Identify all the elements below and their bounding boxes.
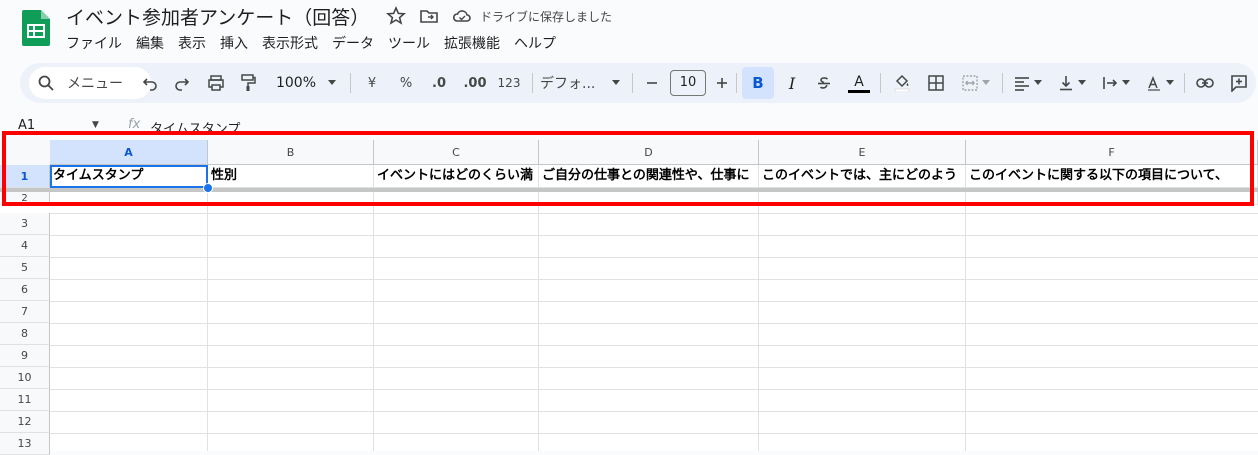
menu-help[interactable]: ヘルプ bbox=[514, 33, 564, 55]
vertical-align-button[interactable] bbox=[1054, 71, 1090, 95]
borders-button[interactable] bbox=[924, 71, 948, 95]
row-header-10[interactable]: 10 bbox=[0, 367, 50, 389]
paint-format-button[interactable] bbox=[236, 71, 260, 95]
row-header-6[interactable]: 6 bbox=[0, 279, 50, 301]
font-size-input[interactable]: 10 bbox=[670, 70, 706, 96]
text-wrapping-button[interactable] bbox=[1098, 71, 1134, 95]
text-overflow-icon bbox=[1103, 77, 1118, 89]
currency-format-button[interactable]: ¥ bbox=[360, 71, 384, 95]
increase-font-size-button[interactable] bbox=[712, 71, 732, 95]
toolbar-divider bbox=[880, 73, 881, 93]
menu-format[interactable]: 表示形式 bbox=[262, 33, 326, 55]
star-icon[interactable] bbox=[386, 6, 406, 26]
text-rotation-icon bbox=[1148, 75, 1160, 91]
row-header-5[interactable]: 5 bbox=[0, 257, 50, 279]
row-header-7[interactable]: 7 bbox=[0, 301, 50, 323]
horizontal-align-button[interactable] bbox=[1010, 71, 1046, 95]
row-header-4[interactable]: 4 bbox=[0, 235, 50, 257]
merge-cells-icon bbox=[962, 75, 978, 91]
fx-icon: fx bbox=[128, 117, 141, 132]
print-icon bbox=[208, 75, 224, 91]
minus-icon bbox=[647, 82, 657, 84]
insert-link-button[interactable] bbox=[1192, 71, 1218, 95]
text-color-glyph: A bbox=[854, 73, 864, 90]
toolbar-divider bbox=[632, 73, 633, 93]
menu-file[interactable]: ファイル bbox=[66, 33, 130, 55]
chevron-down-icon bbox=[982, 80, 990, 85]
add-comment-icon bbox=[1231, 75, 1247, 92]
font-family-select[interactable]: デフォ... bbox=[540, 71, 604, 95]
print-button[interactable] bbox=[204, 71, 228, 95]
toolbar-divider bbox=[532, 73, 533, 93]
name-box-dropdown-icon[interactable]: ▼ bbox=[92, 120, 99, 130]
menu-bar: ファイル 編集 表示 挿入 表示形式 データ ツール 拡張機能 ヘルプ bbox=[66, 33, 570, 55]
undo-icon bbox=[142, 78, 157, 91]
save-status: ドライブに保存しました bbox=[480, 10, 613, 24]
toolbar-divider bbox=[1002, 73, 1003, 93]
fill-color-button[interactable] bbox=[890, 71, 914, 95]
chevron-down-icon bbox=[1078, 80, 1086, 85]
toolbar-divider bbox=[736, 73, 737, 93]
chevron-down-icon bbox=[1122, 80, 1130, 85]
menu-view[interactable]: 表示 bbox=[178, 33, 214, 55]
title-bar: イベント参加者アンケート（回答） ドライブに保存しました ファイル 編集 表示 … bbox=[0, 0, 1258, 62]
row-header-9[interactable]: 9 bbox=[0, 345, 50, 367]
link-icon bbox=[1196, 78, 1214, 88]
menu-data[interactable]: データ bbox=[332, 33, 382, 55]
text-color-swatch bbox=[848, 89, 870, 93]
menu-search-label: メニュー bbox=[67, 76, 123, 92]
undo-button[interactable] bbox=[138, 71, 162, 95]
search-icon bbox=[38, 75, 54, 91]
row-header-3[interactable]: 3 bbox=[0, 213, 50, 235]
insert-comment-button[interactable] bbox=[1226, 71, 1252, 95]
align-bottom-icon bbox=[1060, 76, 1072, 91]
bold-button[interactable]: B bbox=[742, 67, 774, 99]
menu-insert[interactable]: 挿入 bbox=[220, 33, 256, 55]
borders-icon bbox=[928, 75, 944, 91]
toolbar: メニュー 100% ¥ % .0 .00 123 デフォ... 10 B I A bbox=[20, 63, 1256, 103]
zoom-select[interactable]: 100% bbox=[272, 71, 320, 95]
percent-format-button[interactable]: % bbox=[394, 71, 418, 95]
text-color-button[interactable]: A bbox=[846, 71, 872, 95]
paint-format-icon bbox=[241, 74, 256, 91]
menu-edit[interactable]: 編集 bbox=[136, 33, 172, 55]
italic-button[interactable]: I bbox=[780, 71, 804, 95]
redo-button[interactable] bbox=[170, 71, 194, 95]
align-left-icon bbox=[1015, 77, 1029, 91]
zoom-dropdown-icon[interactable] bbox=[328, 80, 336, 86]
move-folder-icon[interactable] bbox=[419, 6, 439, 26]
highlight-box bbox=[2, 131, 1254, 206]
decrease-decimal-button[interactable]: .0 bbox=[424, 71, 454, 95]
chevron-down-icon bbox=[1034, 80, 1042, 85]
row-header-8[interactable]: 8 bbox=[0, 323, 50, 345]
font-dropdown-icon[interactable] bbox=[612, 80, 620, 86]
increase-decimal-button[interactable]: .00 bbox=[458, 71, 492, 95]
decrease-font-size-button[interactable] bbox=[642, 71, 662, 95]
plus-icon bbox=[717, 78, 727, 88]
fill-color-icon bbox=[894, 74, 910, 92]
redo-icon bbox=[175, 78, 190, 91]
empty-cells-area[interactable] bbox=[50, 205, 1258, 451]
row-header-12[interactable]: 12 bbox=[0, 411, 50, 433]
menu-tools[interactable]: ツール bbox=[388, 33, 438, 55]
menu-search[interactable]: メニュー bbox=[29, 67, 151, 99]
row-header-13[interactable]: 13 bbox=[0, 433, 50, 455]
menu-extensions[interactable]: 拡張機能 bbox=[444, 33, 508, 55]
sheets-logo-icon[interactable] bbox=[22, 10, 50, 46]
strikethrough-button[interactable] bbox=[812, 71, 836, 95]
row-header-11[interactable]: 11 bbox=[0, 389, 50, 411]
toolbar-divider bbox=[350, 73, 351, 93]
toolbar-divider bbox=[1184, 73, 1185, 93]
text-rotation-button[interactable] bbox=[1142, 71, 1178, 95]
document-title[interactable]: イベント参加者アンケート（回答） bbox=[66, 3, 369, 30]
chevron-down-icon bbox=[1166, 80, 1174, 85]
more-formats-button[interactable]: 123 bbox=[494, 71, 524, 95]
strikethrough-icon bbox=[818, 77, 830, 89]
cloud-saved-icon[interactable] bbox=[452, 6, 472, 26]
merge-cells-button[interactable] bbox=[958, 71, 994, 95]
